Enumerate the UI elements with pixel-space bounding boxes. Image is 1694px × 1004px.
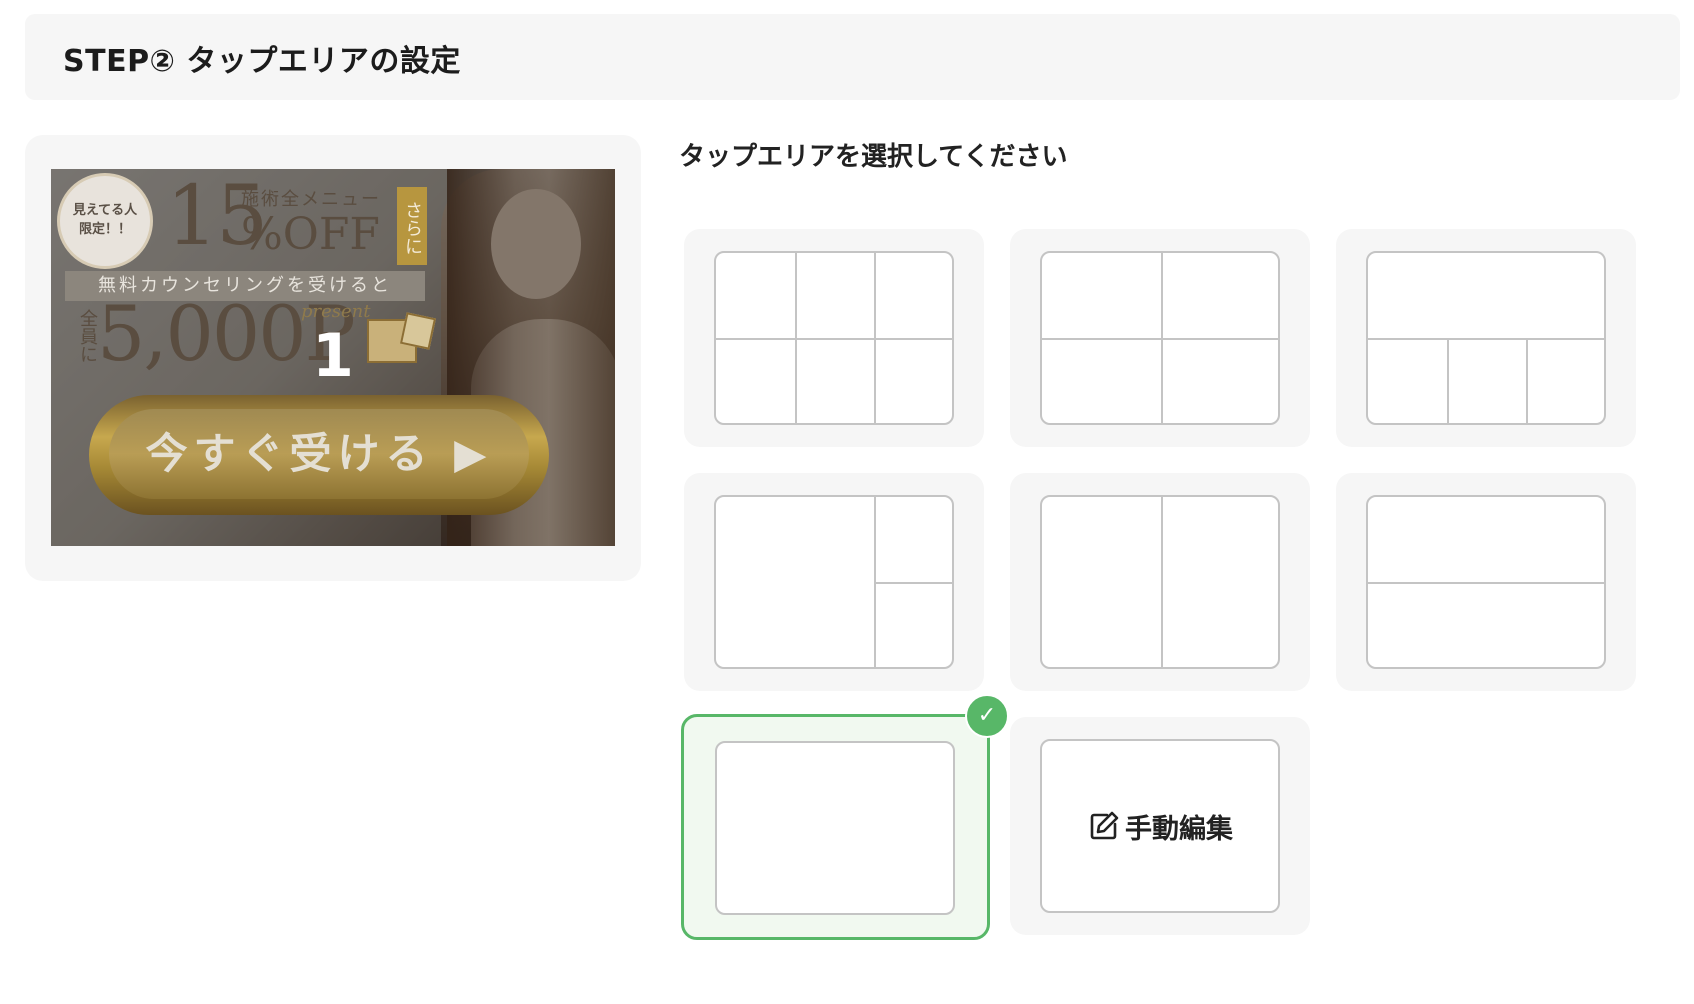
- banner-sarani: さらに: [397, 187, 427, 265]
- layout-card-single[interactable]: [681, 714, 990, 940]
- layout-2x2-icon: [1040, 251, 1280, 425]
- banner-image: 見えてる人 限定！！ 施術全メニュー 15 %OFF さらに 無料カウンセリング…: [51, 169, 615, 546]
- layout-2-columns-icon: [1040, 495, 1280, 669]
- banner-present: present: [301, 301, 371, 322]
- layout-3x2-icon: [714, 251, 954, 425]
- layout-card-3x2[interactable]: [684, 229, 984, 447]
- manual-edit-box: 手動編集: [1040, 739, 1280, 913]
- layout-card-manual[interactable]: 手動編集: [1010, 717, 1310, 935]
- check-icon: ✓: [965, 694, 1009, 738]
- banner-badge: 見えてる人 限定！！: [57, 173, 153, 269]
- layout-card-2x2[interactable]: [1010, 229, 1310, 447]
- layout-card-2-rows[interactable]: [1336, 473, 1636, 691]
- edit-icon: [1090, 811, 1119, 840]
- layout-1-top-3-bottom-icon: [1366, 251, 1606, 425]
- step-title: STEP② タップエリアの設定: [63, 44, 461, 79]
- tap-area-number: 1: [312, 321, 354, 391]
- layout-2-rows-icon: [1366, 495, 1606, 669]
- select-title: タップエリアを選択してください: [679, 142, 1068, 172]
- manual-edit-label: 手動編集: [1125, 813, 1233, 845]
- banner-cta: 今すぐ受ける ▶: [109, 409, 529, 499]
- banner-off: %OFF: [241, 209, 380, 260]
- layout-card-2-columns[interactable]: [1010, 473, 1310, 691]
- layout-card-1-top-3-bottom[interactable]: [1336, 229, 1636, 447]
- layout-single-icon: [715, 741, 955, 915]
- step-header: STEP② タップエリアの設定: [25, 14, 1680, 100]
- layout-card-large-left-2-right[interactable]: [684, 473, 984, 691]
- layout-large-left-2-right-icon: [714, 495, 954, 669]
- preview-panel: 見えてる人 限定！！ 施術全メニュー 15 %OFF さらに 無料カウンセリング…: [25, 135, 641, 581]
